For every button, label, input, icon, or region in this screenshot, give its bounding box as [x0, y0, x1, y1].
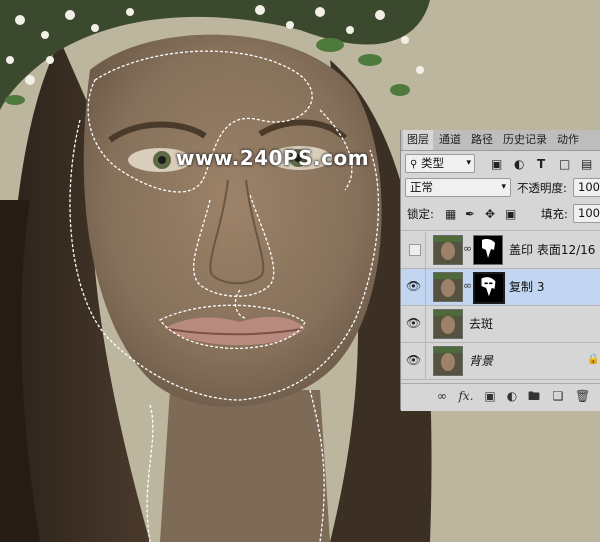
- layer-thumbnail: [433, 272, 463, 302]
- smart-object-filter-icon[interactable]: ▤: [581, 156, 592, 172]
- lock-row: 锁定: ▦ ✒ ✥ ▣ 填充: 100%: [401, 202, 600, 224]
- divider: [425, 343, 426, 379]
- blend-row: 正常 ▾ 不透明度: 100%: [401, 176, 600, 198]
- mask-link-icon[interactable]: ∞: [463, 243, 472, 255]
- layer-row[interactable]: 👁 背景 🔒: [401, 343, 600, 380]
- tab-paths[interactable]: 路径: [467, 130, 497, 150]
- opacity-input[interactable]: 100%: [573, 178, 600, 197]
- new-layer-icon[interactable]: ❏: [551, 389, 565, 403]
- lock-paint-icon[interactable]: ✒: [465, 206, 475, 222]
- add-mask-icon[interactable]: ▣: [483, 389, 497, 403]
- panel-tab-bar: 图层 通道 路径 历史记录 动作: [401, 130, 600, 151]
- eye-icon[interactable]: 👁: [406, 316, 421, 330]
- layers-bottom-toolbar: ∞ fx. ▣ ◐ 🖿 ❏ 🗑: [401, 383, 600, 411]
- fill-input[interactable]: 100%: [573, 204, 600, 223]
- layer-list: ∞ 盖印 表面12/16 👁 ∞ 复制 3 👁 去斑 👁 背景 🔒: [401, 230, 600, 383]
- layer-mask-thumbnail[interactable]: [473, 272, 505, 304]
- search-icon: ⚲: [410, 159, 418, 170]
- lock-transparent-icon[interactable]: ▦: [445, 206, 456, 222]
- layer-filter-select[interactable]: ⚲ 类型 ▾: [405, 154, 475, 173]
- filter-type-label: 类型: [420, 156, 444, 170]
- dropdown-arrow-icon: ▾: [466, 158, 471, 168]
- fill-label: 填充:: [541, 207, 568, 221]
- lock-all-icon[interactable]: ▣: [505, 206, 516, 222]
- layer-mask-thumbnail[interactable]: [473, 235, 503, 265]
- adjustment-layer-icon[interactable]: ◐: [505, 389, 519, 403]
- eye-icon[interactable]: 👁: [406, 279, 421, 293]
- layer-name: 去斑: [469, 317, 494, 331]
- eye-icon[interactable]: 👁: [406, 353, 421, 367]
- layer-name: 盖印 表面12/16: [509, 243, 596, 257]
- tab-channels[interactable]: 通道: [435, 130, 465, 150]
- image-filter-icon[interactable]: ▣: [491, 156, 502, 172]
- shape-filter-icon[interactable]: □: [559, 156, 570, 172]
- divider: [425, 306, 426, 342]
- type-filter-icon[interactable]: T: [537, 156, 545, 172]
- blend-mode-select[interactable]: 正常 ▾: [405, 178, 511, 197]
- layer-row[interactable]: ∞ 盖印 表面12/16: [401, 232, 600, 269]
- layer-row-selected[interactable]: 👁 ∞ 复制 3: [401, 269, 600, 306]
- opacity-label: 不透明度:: [517, 181, 567, 195]
- lock-icon: 🔒: [587, 354, 600, 365]
- link-layers-icon[interactable]: ∞: [435, 389, 449, 403]
- blend-mode-value: 正常: [410, 180, 433, 194]
- mask-link-icon[interactable]: ∞: [463, 280, 472, 292]
- dropdown-arrow-icon: ▾: [501, 182, 506, 192]
- filter-row: ⚲ 类型 ▾ ▣ ◐ T □ ▤: [401, 152, 600, 174]
- lock-label: 锁定:: [407, 207, 434, 221]
- new-group-icon[interactable]: 🖿: [527, 389, 541, 403]
- layer-name: 复制 3: [509, 280, 545, 294]
- tab-layers[interactable]: 图层: [403, 130, 433, 150]
- divider: [425, 269, 426, 305]
- fx-icon[interactable]: fx.: [457, 389, 475, 403]
- watermark-text: www.240PS.com: [176, 146, 370, 170]
- adjustment-filter-icon[interactable]: ◐: [514, 156, 524, 172]
- layer-thumbnail: [433, 309, 463, 339]
- divider: [425, 232, 426, 268]
- layer-thumbnail: [433, 235, 463, 265]
- delete-layer-icon[interactable]: 🗑: [575, 389, 590, 403]
- layer-name: 背景: [469, 354, 494, 368]
- layer-row[interactable]: 👁 去斑: [401, 306, 600, 343]
- tab-actions[interactable]: 动作: [553, 130, 583, 150]
- visibility-toggle[interactable]: [409, 244, 421, 256]
- layer-thumbnail: [433, 346, 463, 376]
- lock-move-icon[interactable]: ✥: [485, 206, 495, 222]
- layers-panel: 图层 通道 路径 历史记录 动作 ⚲ 类型 ▾ ▣ ◐ T □ ▤ 正常 ▾ 不…: [400, 130, 600, 411]
- tab-history[interactable]: 历史记录: [499, 130, 551, 150]
